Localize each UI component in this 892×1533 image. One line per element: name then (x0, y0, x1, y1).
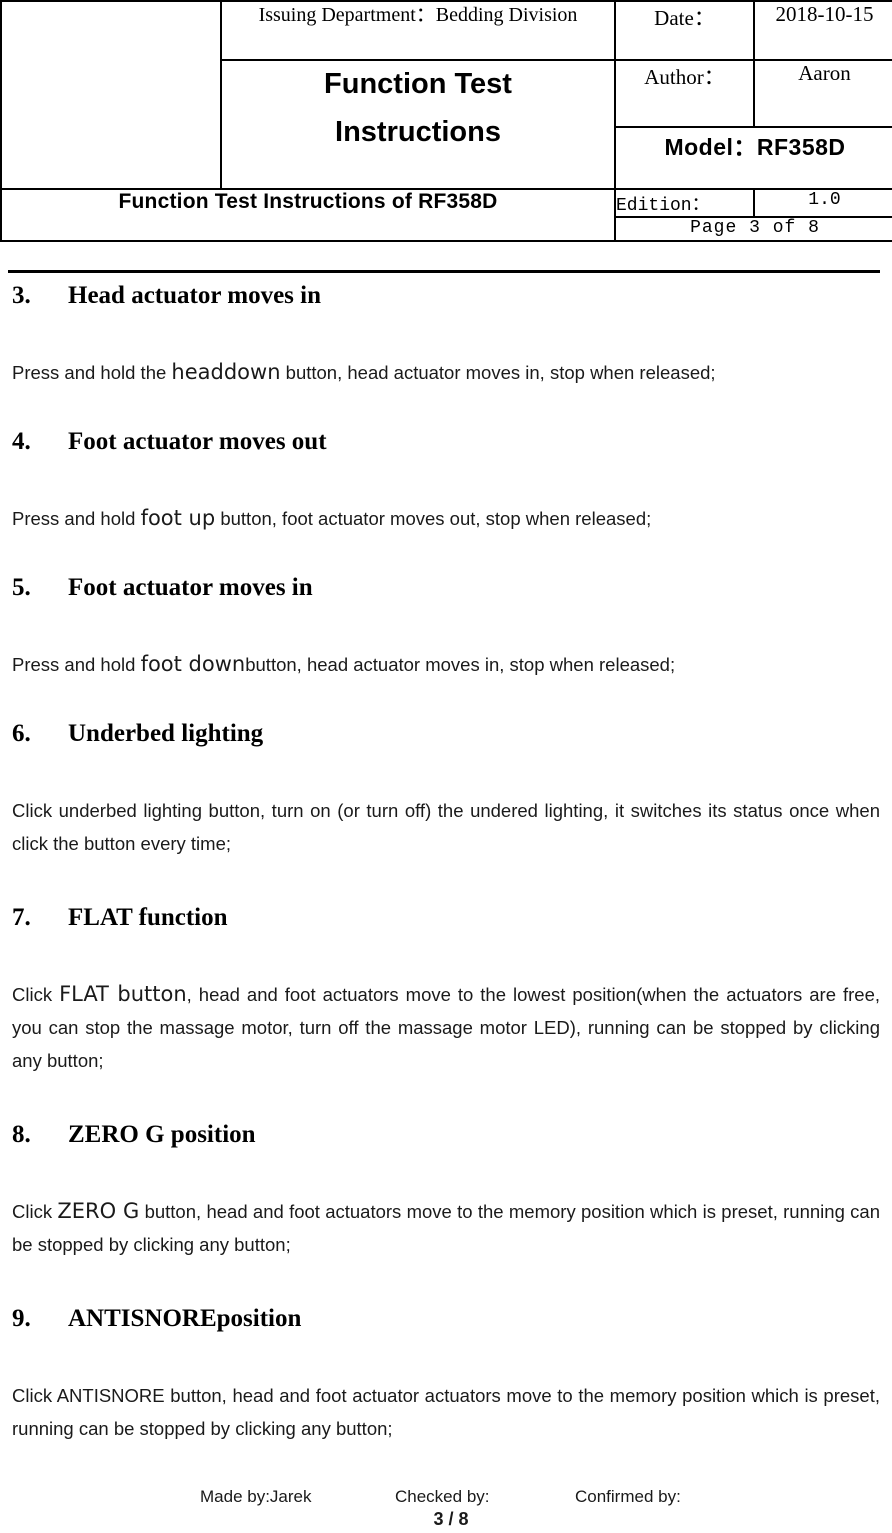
section-heading-9: 9. ANTISNOREposition (12, 1306, 880, 1331)
section-heading-3: 3. Head actuator moves in (12, 283, 880, 308)
header-row-issuing: Issuing Department：Bedding Division Date… (0, 0, 892, 190)
footer-confirmed-by: Confirmed by: (575, 1487, 681, 1506)
button-term-4: foot up (140, 506, 216, 530)
section-title-8: ZERO G position (68, 1121, 256, 1148)
section-title-9: ANTISNOREposition (68, 1305, 302, 1332)
section-number-6: 6. (12, 720, 31, 747)
edition-value-cell: 1.0 (753, 188, 892, 218)
document-title-cell: Function Test Instructions (220, 59, 616, 190)
section-title-5: Foot actuator moves in (68, 574, 313, 601)
section-paragraph-8: Click ZERO G button, head and foot actua… (12, 1195, 880, 1261)
footer-made-by: Made by:Jarek (200, 1487, 312, 1506)
logo-cell (0, 0, 222, 190)
para-post-5: button, head actuator moves in, stop whe… (245, 654, 676, 675)
section-paragraph-9: Click ANTISNORE button, head and foot ac… (12, 1385, 880, 1439)
section-number-5: 5. (12, 574, 31, 601)
para-post-4: button, foot actuator moves out, stop wh… (215, 508, 652, 529)
para-pre-4: Press and hold (12, 508, 141, 529)
author-value-cell: Aaron (753, 59, 892, 128)
section-heading-4: 4. Foot actuator moves out (12, 429, 880, 454)
button-term-7: FLAT button (59, 982, 187, 1006)
model-cell: Model：RF358D (614, 126, 892, 190)
para-pre-5: Press and hold (12, 654, 141, 675)
section-heading-6: 6. Underbed lighting (12, 721, 880, 746)
footer-page-number: 3 / 8 (433, 1509, 469, 1529)
section-paragraph-7: Click FLAT button, head and foot actuato… (12, 978, 880, 1077)
para-post-8: button, head and foot actuators move to … (12, 1201, 880, 1255)
section-paragraph-6: Click underbed lighting button, turn on … (12, 800, 880, 854)
button-term-3: headdown (171, 360, 281, 384)
para-pre-7: Click (12, 984, 60, 1005)
issuing-department-cell: Issuing Department：Bedding Division (220, 0, 616, 61)
section-number-7: 7. (12, 904, 31, 931)
section-number-3: 3. (12, 282, 31, 309)
section-heading-8: 8. ZERO G position (12, 1122, 880, 1147)
para-pre-3: Press and hold the (12, 362, 172, 383)
header-row-docname: Function Test Instructions of RF358D Edi… (0, 188, 892, 242)
section-title-7: FLAT function (68, 904, 228, 931)
page-indicator-cell: Page 3 of 8 (614, 216, 892, 242)
section-number-9: 9. (12, 1305, 31, 1332)
section-heading-5: 5. Foot actuator moves in (12, 575, 880, 600)
section-paragraph-5: Press and hold foot downbutton, head act… (12, 648, 880, 681)
section-title-6: Underbed lighting (68, 720, 264, 747)
section-title-4: Foot actuator moves out (68, 428, 327, 455)
footer-checked-by: Checked by: (395, 1487, 490, 1506)
button-term-5: foot down (140, 652, 246, 676)
edition-label-cell: Edition： (614, 188, 755, 218)
section-title-3: Head actuator moves in (68, 282, 321, 309)
author-label-cell: Author： (614, 59, 755, 128)
date-value-cell: 2018-10-15 (753, 0, 892, 61)
document-footer: Made by:Jarek Checked by: Confirmed by: … (0, 1487, 892, 1533)
para-pre-8: Click (12, 1201, 58, 1222)
header-divider-rule (8, 270, 880, 273)
document-name-cell: Function Test Instructions of RF358D (0, 188, 616, 242)
para-post-3: button, head actuator moves in, stop whe… (280, 362, 716, 383)
section-number-8: 8. (12, 1121, 31, 1148)
section-paragraph-3: Press and hold the headdown button, head… (12, 356, 880, 389)
section-number-4: 4. (12, 428, 31, 455)
section-paragraph-4: Press and hold foot up button, foot actu… (12, 502, 880, 535)
section-heading-7: 7. FLAT function (12, 905, 880, 930)
button-term-8: ZERO G (57, 1199, 140, 1223)
document-body: 3. Head actuator moves in Press and hold … (12, 283, 880, 1445)
date-label-cell: Date： (614, 0, 755, 61)
document-header-table: Issuing Department：Bedding Division Date… (0, 0, 892, 242)
